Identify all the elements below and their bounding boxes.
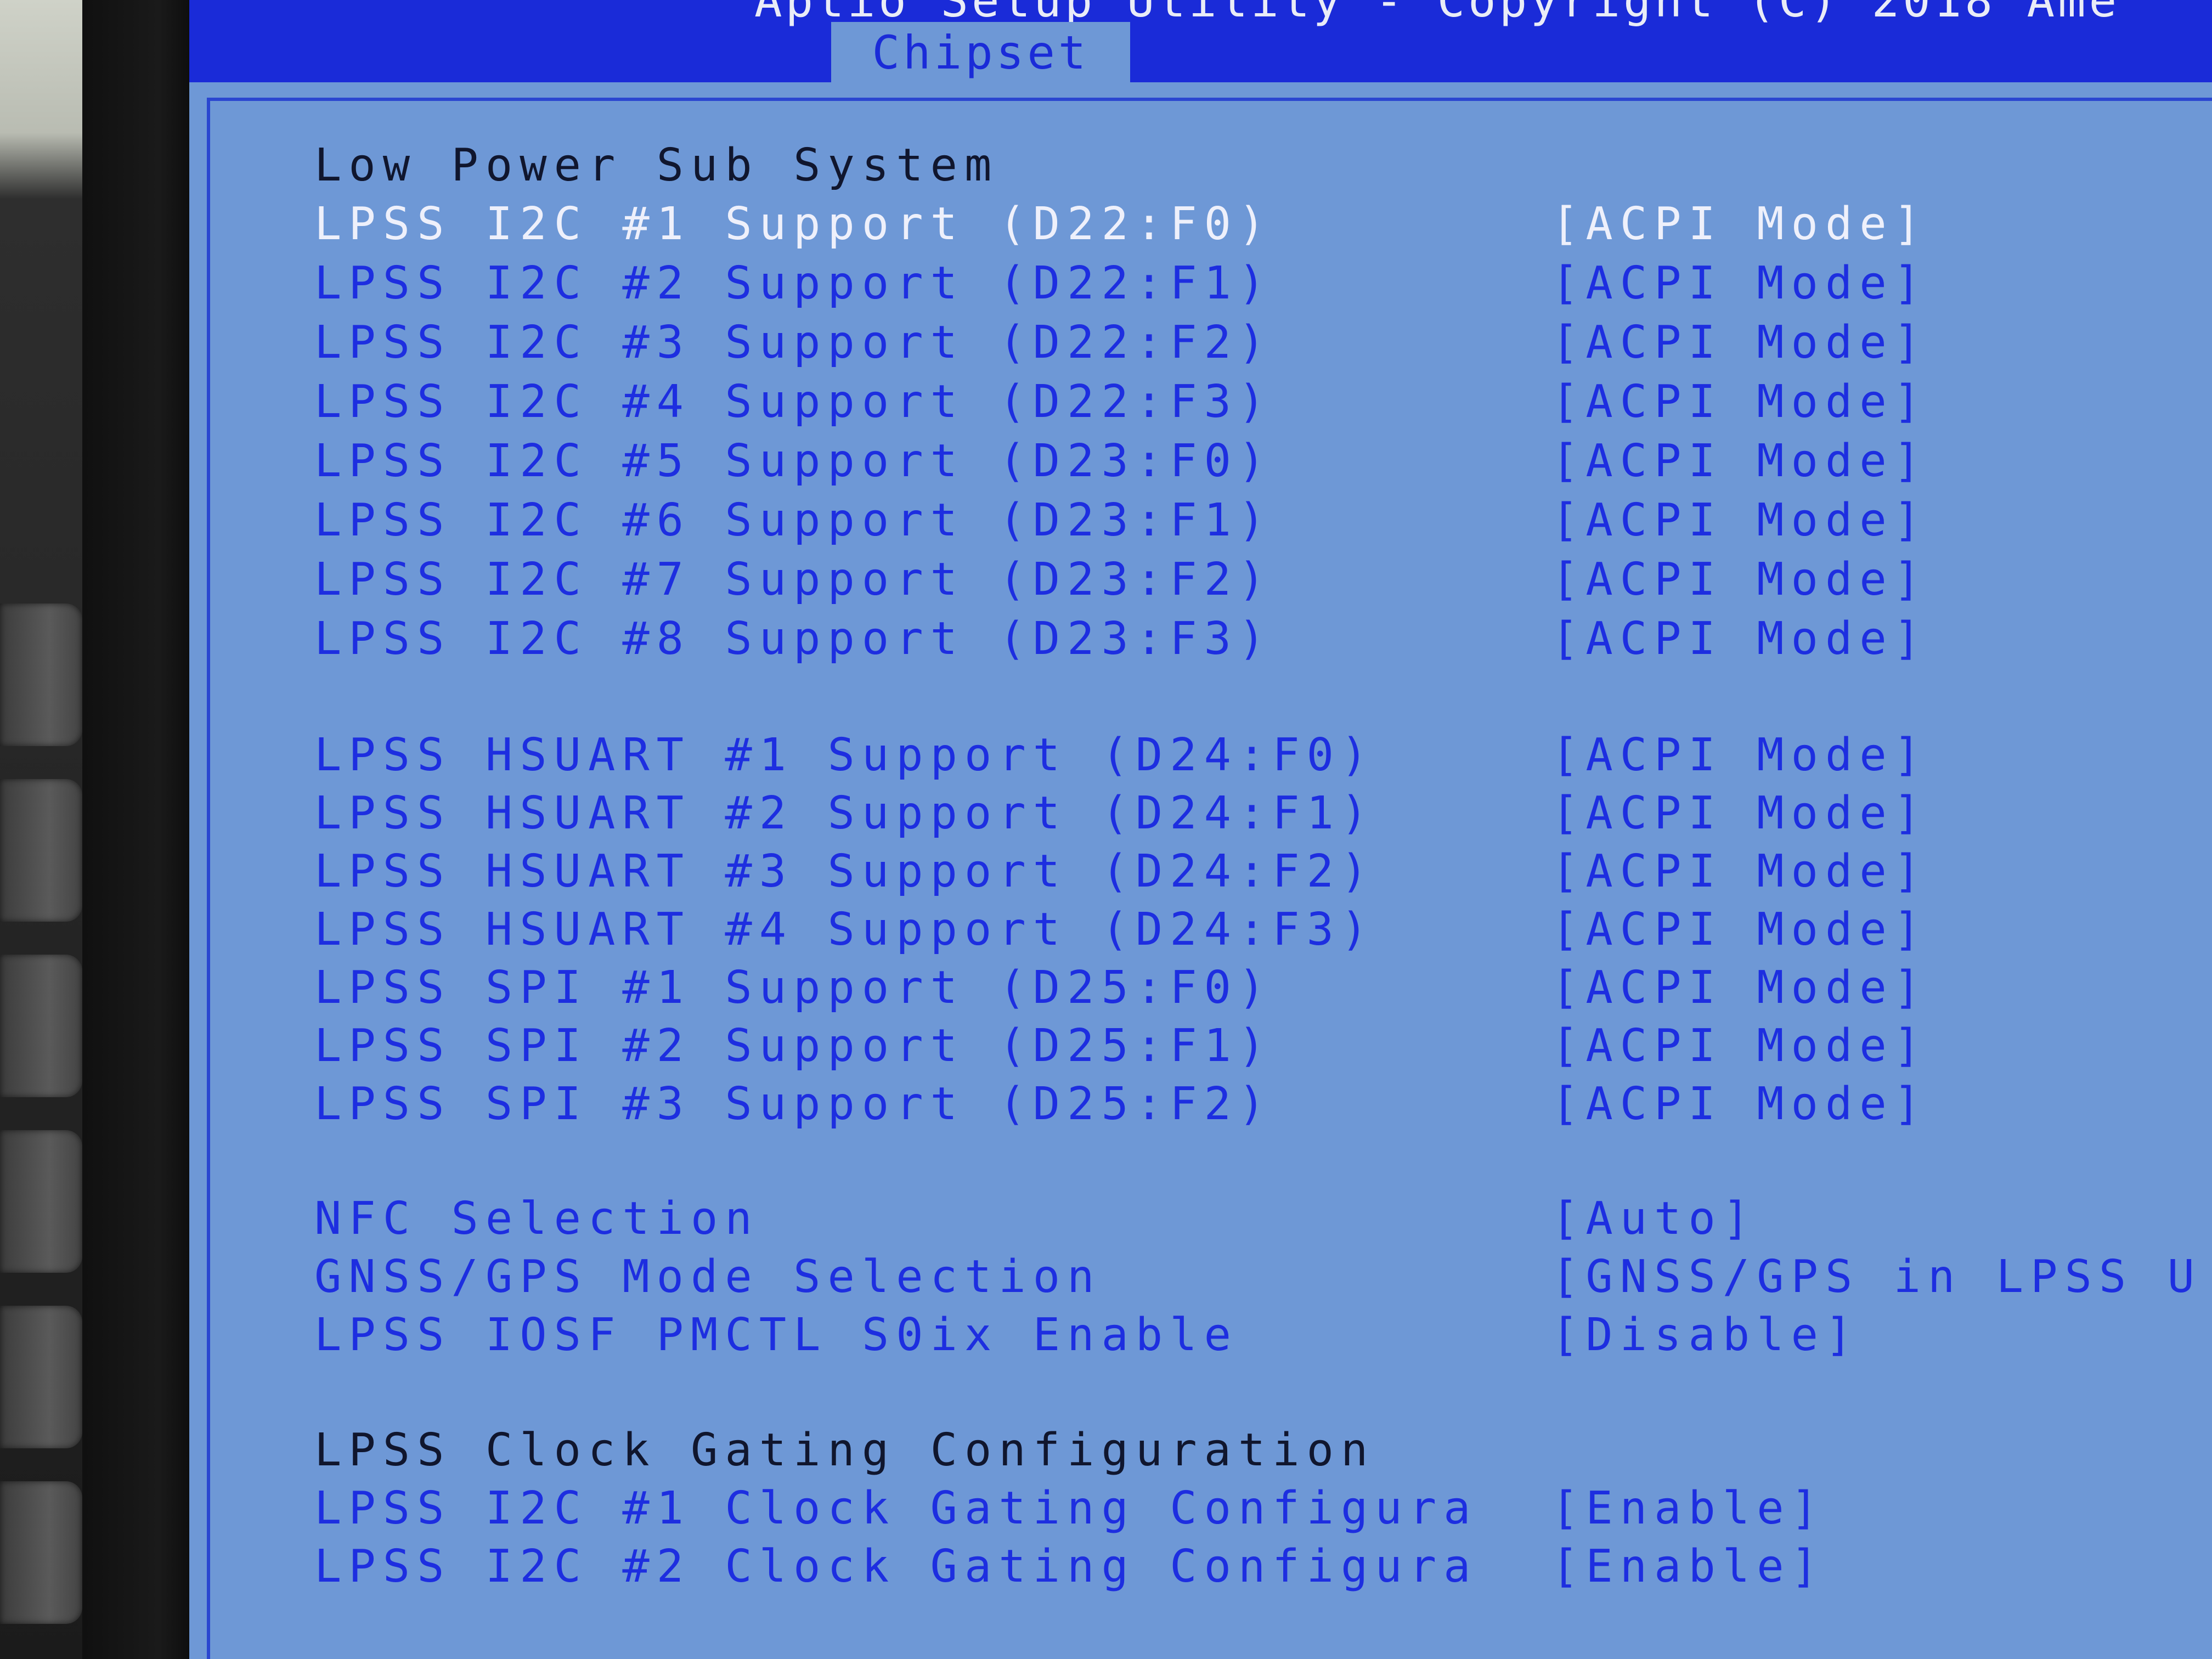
setting-value[interactable]: [ACPI Mode] (1551, 435, 1928, 487)
setting-label: LPSS HSUART #4 Support (D24:F3) (314, 904, 1375, 956)
setting-value[interactable]: [ACPI Mode] (1551, 962, 1928, 1014)
bios-screen: Aptio Setup Utility - Copyright (C) 2018… (189, 0, 2212, 1659)
setting-row-i2c-2[interactable]: LPSS I2C #2 Support (D22:F1) [ACPI Mode] (314, 257, 2212, 312)
setting-label: LPSS SPI #2 Support (D25:F1) (314, 1020, 1273, 1072)
setting-row-clock-gating-i2c-2[interactable]: LPSS I2C #2 Clock Gating Configura [Enab… (314, 1541, 2212, 1595)
setting-label: LPSS I2C #1 Clock Gating Configura (314, 1482, 1478, 1534)
setting-label: LPSS I2C #6 Support (D23:F1) (314, 494, 1273, 546)
setting-row-spi-1[interactable]: LPSS SPI #1 Support (D25:F0) [ACPI Mode] (314, 962, 2212, 1017)
monitor-bezel (82, 0, 192, 1659)
setting-label: LPSS I2C #1 Support (D22:F0) (314, 198, 1273, 250)
setting-value[interactable]: [ACPI Mode] (1551, 613, 1928, 665)
setting-label: GNSS/GPS Mode Selection (314, 1251, 1102, 1303)
keyboard-key (0, 955, 82, 1097)
setting-label: LPSS SPI #1 Support (D25:F0) (314, 962, 1273, 1014)
setting-label: LPSS I2C #8 Support (D23:F3) (314, 613, 1273, 665)
setting-row-i2c-3[interactable]: LPSS I2C #3 Support (D22:F2) [ACPI Mode] (314, 317, 2212, 371)
keyboard-key (0, 603, 82, 746)
setting-label: LPSS I2C #3 Support (D22:F2) (314, 317, 1273, 369)
section-heading-low-power: Low Power Sub System (314, 139, 999, 191)
setting-value[interactable]: [ACPI Mode] (1551, 376, 1928, 428)
photo: Aptio Setup Utility - Copyright (C) 2018… (0, 0, 2212, 1659)
setting-value[interactable]: [Enable] (1551, 1482, 1825, 1534)
keyboard-key (0, 1306, 82, 1448)
setting-value[interactable]: [ACPI Mode] (1551, 554, 1928, 606)
section-heading-clock-gating: LPSS Clock Gating Configuration (314, 1424, 1375, 1476)
setting-row-clock-gating-i2c-1[interactable]: LPSS I2C #1 Clock Gating Configura [Enab… (314, 1482, 2212, 1537)
setting-value[interactable]: [ACPI Mode] (1551, 729, 1928, 781)
tab-chipset[interactable]: Chipset (831, 22, 1130, 83)
setting-row-hsuart-3[interactable]: LPSS HSUART #3 Support (D24:F2) [ACPI Mo… (314, 845, 2212, 900)
setting-label: LPSS I2C #5 Support (D23:F0) (314, 435, 1273, 487)
setting-label: LPSS IOSF PMCTL S0ix Enable (314, 1309, 1238, 1361)
setting-label: LPSS HSUART #1 Support (D24:F0) (314, 729, 1375, 781)
setting-row-i2c-4[interactable]: LPSS I2C #4 Support (D22:F3) [ACPI Mode] (314, 376, 2212, 431)
setting-label: LPSS I2C #7 Support (D23:F2) (314, 554, 1273, 606)
setting-value[interactable]: [Enable] (1551, 1541, 1825, 1593)
setting-row-i2c-5[interactable]: LPSS I2C #5 Support (D23:F0) [ACPI Mode] (314, 435, 2212, 490)
setting-label: NFC Selection (314, 1193, 759, 1245)
setting-row-hsuart-4[interactable]: LPSS HSUART #4 Support (D24:F3) [ACPI Mo… (314, 904, 2212, 958)
setting-value[interactable]: [ACPI Mode] (1551, 845, 1928, 898)
setting-row-i2c-8[interactable]: LPSS I2C #8 Support (D23:F3) [ACPI Mode] (314, 613, 2212, 668)
setting-row-i2c-7[interactable]: LPSS I2C #7 Support (D23:F2) [ACPI Mode] (314, 554, 2212, 608)
setting-value[interactable]: [ACPI Mode] (1551, 494, 1928, 546)
title-bar: Aptio Setup Utility - Copyright (C) 2018… (189, 0, 2212, 82)
keyboard-key (0, 1130, 82, 1273)
settings-panel: Low Power Sub System LPSS I2C #1 Support… (207, 98, 2212, 1659)
setting-label: LPSS I2C #2 Support (D22:F1) (314, 257, 1273, 309)
setting-value[interactable]: [ACPI Mode] (1551, 317, 1928, 369)
setting-value[interactable]: [ACPI Mode] (1551, 787, 1928, 839)
setting-label: LPSS HSUART #3 Support (D24:F2) (314, 845, 1375, 898)
setting-value[interactable]: [GNSS/GPS in LPSS U... (1551, 1251, 2212, 1303)
setting-label: LPSS HSUART #2 Support (D24:F1) (314, 787, 1375, 839)
keyboard-key (0, 779, 82, 922)
setting-row-i2c-6[interactable]: LPSS I2C #6 Support (D23:F1) [ACPI Mode] (314, 494, 2212, 549)
setting-value[interactable]: [ACPI Mode] (1551, 904, 1928, 956)
setting-row-hsuart-2[interactable]: LPSS HSUART #2 Support (D24:F1) [ACPI Mo… (314, 787, 2212, 842)
setting-value[interactable]: [ACPI Mode] (1551, 1020, 1928, 1072)
setting-row-spi-3[interactable]: LPSS SPI #3 Support (D25:F2) [ACPI Mode] (314, 1078, 2212, 1133)
setting-value[interactable]: [ACPI Mode] (1551, 257, 1928, 309)
setting-row-gnss[interactable]: GNSS/GPS Mode Selection [GNSS/GPS in LPS… (314, 1251, 2212, 1306)
setting-value[interactable]: [ACPI Mode] (1551, 1078, 1928, 1130)
setting-row-iosf-pmctl[interactable]: LPSS IOSF PMCTL S0ix Enable [Disable] (314, 1309, 2212, 1364)
setting-value[interactable]: [Auto] (1551, 1193, 1757, 1245)
keyboard-key (0, 1481, 82, 1624)
setting-row-hsuart-1[interactable]: LPSS HSUART #1 Support (D24:F0) [ACPI Mo… (314, 729, 2212, 784)
setting-row-i2c-1[interactable]: LPSS I2C #1 Support (D22:F0) [ACPI Mode] (314, 198, 2212, 253)
setting-label: LPSS I2C #4 Support (D22:F3) (314, 376, 1273, 428)
setting-value[interactable]: [ACPI Mode] (1551, 198, 1928, 250)
setting-row-nfc[interactable]: NFC Selection [Auto] (314, 1193, 2212, 1248)
setting-label: LPSS I2C #2 Clock Gating Configura (314, 1541, 1478, 1593)
setting-value[interactable]: [Disable] (1551, 1309, 1859, 1361)
setting-row-spi-2[interactable]: LPSS SPI #2 Support (D25:F1) [ACPI Mode] (314, 1020, 2212, 1075)
setting-label: LPSS SPI #3 Support (D25:F2) (314, 1078, 1273, 1130)
